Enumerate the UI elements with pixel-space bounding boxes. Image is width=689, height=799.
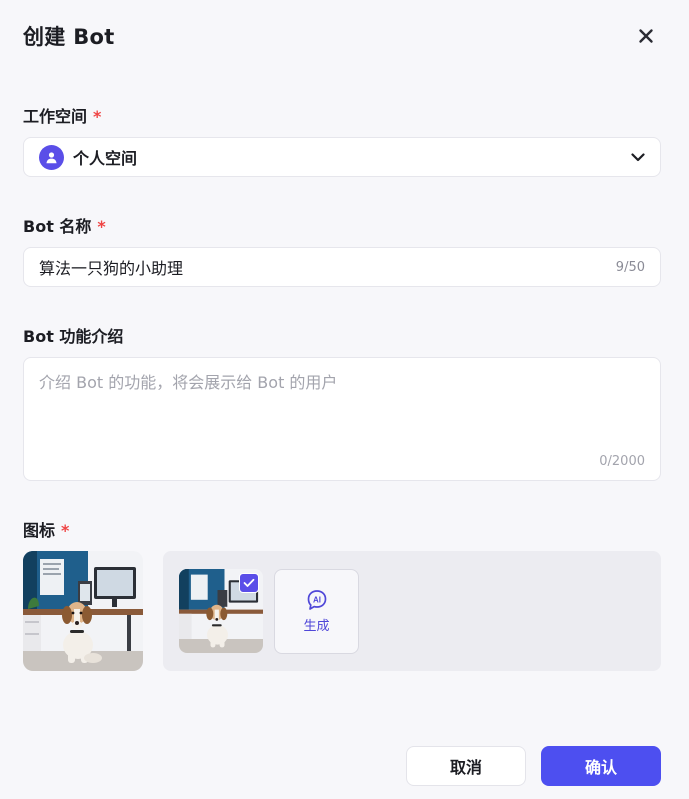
icon-option-selected[interactable] bbox=[179, 569, 263, 653]
cancel-button[interactable]: 取消 bbox=[406, 746, 526, 786]
svg-text:AI: AI bbox=[313, 595, 321, 604]
close-button[interactable] bbox=[630, 20, 662, 52]
bot-name-label-text: Bot 名称 bbox=[23, 217, 92, 236]
workspace-label: 工作空间 * bbox=[23, 103, 101, 127]
workspace-select[interactable]: 个人空间 bbox=[23, 137, 661, 177]
generate-icon-button[interactable]: AI 生成 bbox=[274, 569, 359, 654]
description-placeholder: 介绍 Bot 的功能，将会展示给 Bot 的用户 bbox=[39, 373, 338, 392]
description-textarea[interactable]: 介绍 Bot 的功能，将会展示给 Bot 的用户 0/2000 bbox=[23, 357, 661, 481]
confirm-button[interactable]: 确认 bbox=[541, 746, 661, 786]
bot-name-value[interactable]: 算法一只狗的小助理 bbox=[39, 255, 616, 279]
required-mark: * bbox=[93, 107, 102, 126]
generate-label: 生成 bbox=[303, 619, 330, 634]
icon-label-text: 图标 bbox=[23, 521, 56, 540]
bot-name-counter: 9/50 bbox=[615, 259, 645, 275]
ai-sparkle-icon: AI bbox=[306, 589, 328, 611]
check-icon bbox=[239, 573, 259, 593]
icon-label: 图标 * bbox=[23, 517, 69, 541]
chevron-down-icon bbox=[630, 149, 646, 165]
required-mark: * bbox=[61, 521, 70, 540]
user-icon bbox=[39, 144, 64, 170]
required-mark: * bbox=[97, 217, 106, 236]
icon-picker: AI 生成 bbox=[163, 551, 661, 671]
description-counter: 0/2000 bbox=[599, 454, 645, 469]
close-icon bbox=[638, 28, 654, 44]
dialog-title: 创建 Bot bbox=[23, 25, 115, 49]
icon-preview-image bbox=[23, 551, 143, 671]
workspace-value: 个人空间 bbox=[73, 149, 138, 168]
description-label: Bot 功能介绍 bbox=[23, 327, 124, 346]
bot-name-field[interactable]: 算法一只狗的小助理 9/50 bbox=[23, 247, 661, 287]
bot-name-label: Bot 名称 * bbox=[23, 213, 106, 237]
workspace-label-text: 工作空间 bbox=[23, 107, 88, 126]
create-bot-dialog: 创建 Bot 工作空间 * 个人空间 Bot 名称 * 算法一只狗的小助理 9/50… bbox=[0, 0, 689, 799]
